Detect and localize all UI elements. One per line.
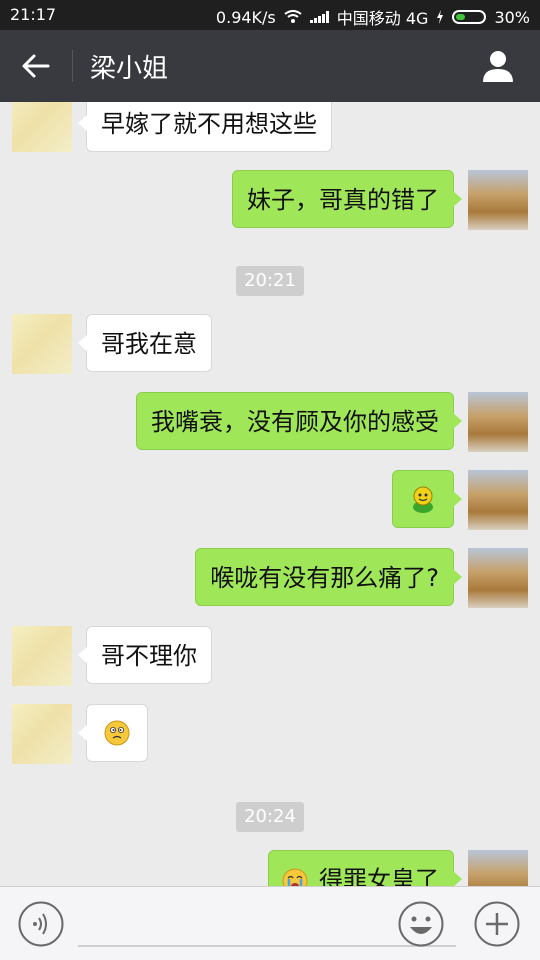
person-icon[interactable]: [480, 48, 516, 84]
confused-emoji: [104, 720, 130, 746]
wifi-icon: [284, 10, 302, 23]
voice-icon[interactable]: [18, 901, 64, 947]
back-arrow-icon[interactable]: [18, 50, 54, 82]
plus-icon[interactable]: [474, 901, 520, 947]
signal-icon: [309, 11, 329, 23]
chat-header: 梁小姐: [0, 30, 540, 102]
charging-icon: [437, 10, 444, 24]
battery-icon: [452, 10, 487, 24]
message-text: 得罪女皇了: [319, 866, 439, 886]
message-text: 哥我在意: [101, 330, 197, 358]
contact-avatar[interactable]: [12, 704, 72, 764]
status-bar: 21:17 0.94K/s 中国移动 4G 30%: [0, 0, 540, 30]
chat-title: 梁小姐: [90, 54, 169, 84]
time-divider: 20:24: [236, 802, 304, 832]
message-text: 哥不理你: [101, 642, 197, 670]
message-bubble[interactable]: 哥不理你: [78, 626, 212, 684]
message-bubble[interactable]: 早嫁了就不用想这些: [78, 102, 332, 152]
message-bubble[interactable]: [392, 470, 462, 528]
contact-avatar[interactable]: [12, 314, 72, 374]
header-divider: [72, 50, 73, 82]
battery-percent: 30%: [494, 7, 530, 27]
my-avatar[interactable]: [468, 850, 528, 886]
input-bar: [0, 886, 540, 960]
status-time: 21:17: [10, 5, 57, 24]
message-bubble[interactable]: 妹子，哥真的错了: [232, 170, 462, 228]
message-bubble[interactable]: 我嘴衰，没有顾及你的感受: [136, 392, 462, 450]
message-text: 早嫁了就不用想这些: [101, 110, 317, 138]
emoji-icon[interactable]: [398, 901, 444, 947]
message-bubble[interactable]: 喉咙有没有那么痛了?: [195, 548, 462, 606]
message-text: 妹子，哥真的错了: [247, 186, 439, 214]
message-bubble[interactable]: 哥我在意: [78, 314, 212, 372]
contact-avatar[interactable]: [12, 626, 72, 686]
message-text: 我嘴衰，没有顾及你的感受: [151, 408, 439, 436]
contact-avatar[interactable]: [12, 102, 72, 152]
carrier-label: 中国移动 4G: [336, 9, 429, 28]
my-avatar[interactable]: [468, 470, 528, 530]
message-list[interactable]: 早嫁了就不用想这些 妹子，哥真的错了 20:21 哥我在意 我嘴衰，没有顾及你的…: [0, 102, 540, 886]
message-text: 喉咙有没有那么痛了?: [210, 564, 439, 592]
crying-emoji: [282, 868, 308, 886]
network-speed: 0.94K/s: [215, 7, 276, 27]
message-bubble[interactable]: 得罪女皇了: [268, 850, 462, 886]
time-divider: 20:21: [236, 266, 304, 296]
message-bubble[interactable]: [78, 704, 148, 762]
my-avatar[interactable]: [468, 548, 528, 608]
my-avatar[interactable]: [468, 170, 528, 230]
status-right-group: 0.94K/s 中国移动 4G 30%: [216, 5, 530, 29]
my-avatar[interactable]: [468, 392, 528, 452]
green-smiley-emoji: [413, 486, 433, 513]
